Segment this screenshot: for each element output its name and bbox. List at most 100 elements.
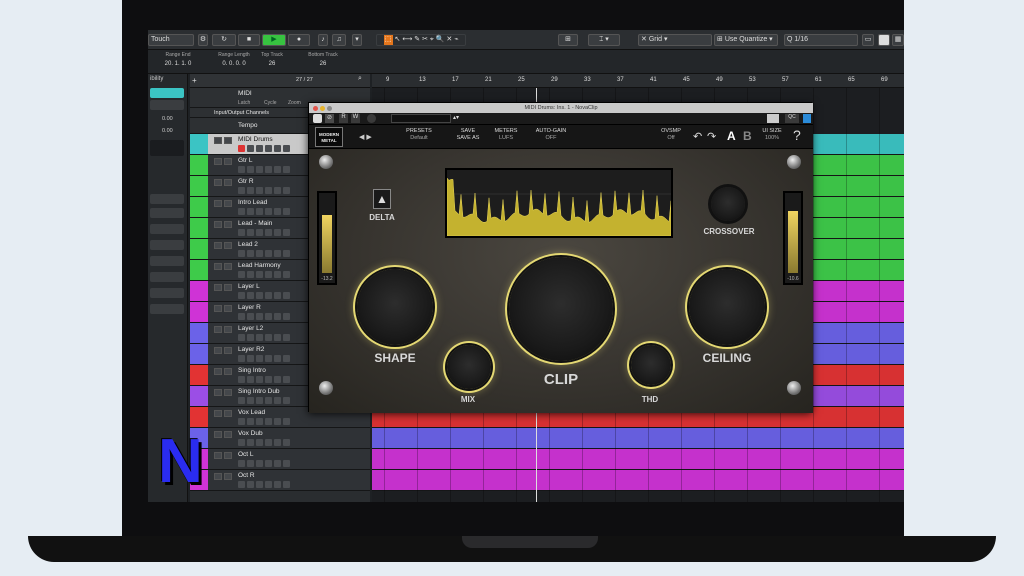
clip-knob[interactable] bbox=[509, 257, 613, 361]
panel-icon[interactable] bbox=[878, 34, 890, 46]
midi-sub-zoom[interactable]: Zoom bbox=[288, 100, 301, 106]
track-controls[interactable] bbox=[238, 250, 304, 257]
inspector-row[interactable] bbox=[150, 140, 184, 156]
mute-button[interactable] bbox=[214, 389, 222, 396]
solo-button[interactable] bbox=[224, 242, 232, 249]
mute-solo-buttons[interactable] bbox=[214, 347, 234, 354]
preset-nav-icon[interactable]: ▴▾ bbox=[453, 114, 459, 121]
track-controls[interactable] bbox=[238, 481, 304, 488]
mute-button[interactable] bbox=[214, 137, 222, 144]
b-slot-button[interactable]: B bbox=[743, 129, 752, 143]
read-automation-icon[interactable]: R bbox=[339, 114, 348, 123]
thd-knob[interactable] bbox=[631, 345, 671, 385]
camera-icon[interactable] bbox=[767, 114, 779, 123]
mute-solo-buttons[interactable] bbox=[214, 368, 234, 375]
chord-icon[interactable]: ♪ bbox=[318, 34, 328, 46]
mute-solo-buttons[interactable] bbox=[214, 221, 234, 228]
track-color-bar[interactable] bbox=[190, 386, 208, 406]
qc-icon[interactable]: QC bbox=[785, 114, 799, 123]
track-color-bar[interactable] bbox=[190, 281, 208, 301]
mute-button[interactable] bbox=[214, 158, 222, 165]
mute-button[interactable] bbox=[214, 242, 222, 249]
a-slot-button[interactable]: A bbox=[727, 129, 736, 143]
plugin-title-bar[interactable]: MIDI Drums: Ins. 1 - NovaClip bbox=[309, 103, 813, 113]
help-icon[interactable]: ? bbox=[793, 127, 801, 143]
solo-button[interactable] bbox=[224, 368, 232, 375]
minimize-icon[interactable] bbox=[320, 106, 325, 111]
track-controls[interactable] bbox=[238, 418, 304, 425]
tool-palette[interactable]: ⬚ ↖ ⟷ ✎ ✂ ⌖ 🔍 ✕ ⌁ bbox=[376, 34, 466, 46]
bypass-icon[interactable]: ⊘ bbox=[325, 114, 334, 123]
settings-icon[interactable] bbox=[803, 114, 811, 123]
mute-solo-buttons[interactable] bbox=[214, 179, 234, 186]
close-icon[interactable] bbox=[313, 106, 318, 111]
mute-solo-buttons[interactable] bbox=[214, 137, 234, 144]
mute-button[interactable] bbox=[214, 284, 222, 291]
solo-button[interactable] bbox=[224, 221, 232, 228]
inspector-row[interactable] bbox=[150, 194, 184, 204]
track-color-bar[interactable] bbox=[190, 365, 208, 385]
track-color-bar[interactable] bbox=[190, 239, 208, 259]
track-color-bar[interactable] bbox=[190, 344, 208, 364]
solo-button[interactable] bbox=[224, 179, 232, 186]
top-track[interactable]: Top Track 26 bbox=[252, 52, 292, 67]
snap-toggle[interactable]: ⊞ bbox=[558, 34, 578, 46]
play-button[interactable]: ▶ bbox=[262, 34, 286, 46]
power-icon[interactable] bbox=[313, 114, 322, 123]
solo-button[interactable] bbox=[224, 389, 232, 396]
ui-size-select[interactable]: UI SIZE 100% bbox=[759, 128, 785, 142]
mute-button[interactable] bbox=[214, 263, 222, 270]
grid-type-select[interactable]: ✕ Grid ▾ bbox=[638, 34, 712, 46]
solo-button[interactable] bbox=[224, 158, 232, 165]
solo-button[interactable] bbox=[224, 326, 232, 333]
redo-icon[interactable]: ↷ bbox=[707, 130, 716, 143]
zoom-icon[interactable] bbox=[327, 106, 332, 111]
delta-button[interactable]: ▲ bbox=[373, 189, 391, 209]
inspector-row[interactable] bbox=[150, 100, 184, 110]
midi-sub-cycle[interactable]: Cycle bbox=[264, 100, 277, 106]
track-color-bar[interactable] bbox=[190, 260, 208, 280]
cycle-button[interactable]: ↻ bbox=[212, 34, 236, 46]
mute-button[interactable] bbox=[214, 221, 222, 228]
mute-solo-buttons[interactable] bbox=[214, 305, 234, 312]
mute-solo-buttons[interactable] bbox=[214, 158, 234, 165]
track-controls[interactable] bbox=[238, 166, 304, 173]
inspector-row[interactable] bbox=[150, 304, 184, 314]
solo-button[interactable] bbox=[224, 263, 232, 270]
inspector-row[interactable] bbox=[150, 256, 184, 266]
inspector-row[interactable] bbox=[150, 240, 184, 250]
chevron-down-icon[interactable]: ▾ bbox=[352, 34, 362, 46]
object-select-icon[interactable]: ⬚ bbox=[383, 35, 393, 45]
mute-solo-buttons[interactable] bbox=[214, 326, 234, 333]
track-controls[interactable] bbox=[238, 397, 304, 404]
quantize-select[interactable]: ⊞ Use Quantize ▾ bbox=[714, 34, 778, 46]
track-controls[interactable] bbox=[238, 145, 304, 152]
crossover-knob[interactable] bbox=[711, 187, 745, 221]
track-lane[interactable] bbox=[372, 449, 904, 470]
mute-button[interactable] bbox=[214, 368, 222, 375]
mute-button[interactable] bbox=[214, 326, 222, 333]
solo-button[interactable] bbox=[224, 431, 232, 438]
track-color-bar[interactable] bbox=[190, 407, 208, 427]
inspector-row[interactable] bbox=[150, 272, 184, 282]
track-controls[interactable] bbox=[238, 439, 304, 446]
mute-button[interactable] bbox=[214, 410, 222, 417]
range-end[interactable]: Range End 20. 1. 1. 0 bbox=[152, 52, 204, 67]
track-color-bar[interactable] bbox=[190, 323, 208, 343]
mix-knob[interactable] bbox=[447, 345, 491, 389]
inspector-row[interactable] bbox=[150, 288, 184, 298]
auto-gain-toggle[interactable]: AUTO-GAIN OFF bbox=[533, 128, 569, 142]
quantize-value-select[interactable]: Q 1/16 bbox=[784, 34, 858, 46]
stop-button[interactable]: ■ bbox=[238, 34, 260, 46]
snap-mode[interactable]: ⌶ ▾ bbox=[588, 34, 620, 46]
track-controls[interactable] bbox=[238, 334, 304, 341]
mute-solo-buttons[interactable] bbox=[214, 200, 234, 207]
write-automation-icon[interactable]: W bbox=[351, 114, 360, 123]
mute-button[interactable] bbox=[214, 200, 222, 207]
ceiling-knob[interactable] bbox=[689, 269, 765, 345]
record-button[interactable]: ● bbox=[288, 34, 310, 46]
track-color-bar[interactable] bbox=[190, 302, 208, 322]
preset-browser-field[interactable] bbox=[391, 114, 451, 123]
add-track-icon[interactable]: + bbox=[192, 76, 197, 85]
track-controls[interactable] bbox=[238, 355, 304, 362]
